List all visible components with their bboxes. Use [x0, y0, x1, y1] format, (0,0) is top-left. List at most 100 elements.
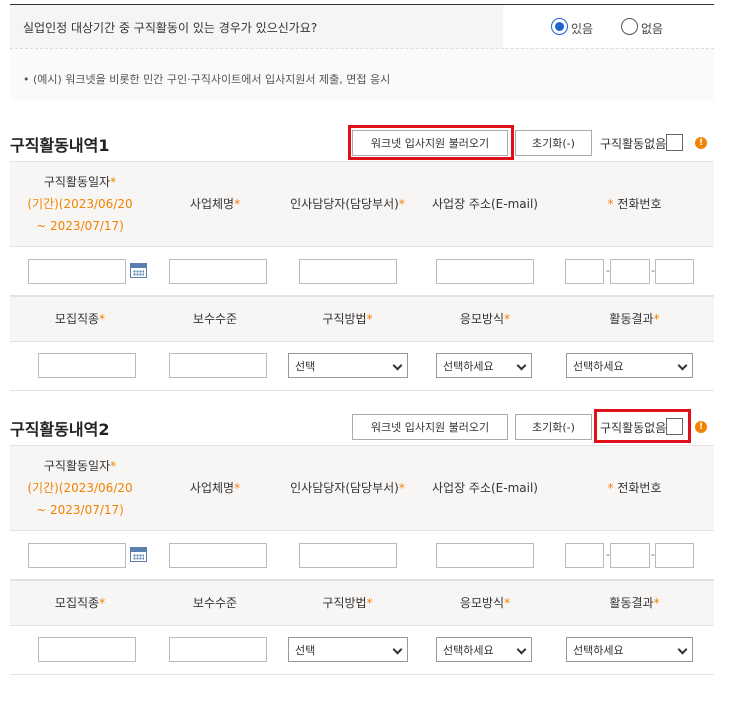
header-row-2: 모집직종 * 보수수준 구직방법 * 응모방식 * 활동결과 * [10, 296, 714, 342]
job-type-header: 모집직종 * [10, 297, 150, 341]
salary-label: 보수수준 [192, 312, 238, 326]
job-type-header: 모집직종 * [10, 581, 150, 625]
activity-section-2: 구직활동내역2 워크넷 입사지원 불러오기 초기화(-) 구직활동없음 ! 구직… [10, 404, 714, 675]
phone-header: * 전화번호 [555, 446, 714, 530]
calendar-icon[interactable] [130, 547, 147, 562]
section-title: 구직활동내역2 [10, 420, 110, 439]
required-mark: * [398, 481, 405, 495]
email-input[interactable] [436, 259, 534, 284]
date-label: 구직활동일자 [43, 175, 111, 189]
required-mark: * [653, 312, 660, 326]
result-header: 활동결과 * [555, 581, 714, 625]
company-input[interactable] [169, 543, 267, 568]
required-mark: * [99, 596, 106, 610]
radio-yes-label[interactable]: 있음 [571, 20, 593, 37]
radio-yes[interactable] [551, 18, 568, 35]
highlight-box [348, 125, 514, 160]
salary-input[interactable] [169, 353, 267, 378]
apply-type-select[interactable]: 선택하세요 [436, 637, 532, 662]
input-row-2: 선택 선택하세요 선택하세요 [10, 342, 714, 391]
radio-no[interactable] [621, 18, 638, 35]
phone-part1-input[interactable] [565, 259, 604, 284]
manager-label: 인사담당자(담당부서) [290, 197, 399, 211]
email-input[interactable] [436, 543, 534, 568]
example-note: • (예시) 워크넷을 비롯한 민간 구인·구직사이트에서 입사지원서 제출, … [10, 48, 714, 100]
email-label: 사업장 주소(E-mail) [431, 197, 538, 211]
required-mark: * [607, 197, 614, 211]
radio-no-label[interactable]: 없음 [641, 20, 663, 37]
manager-header: 인사담당자(담당부서) * [280, 446, 415, 530]
company-input[interactable] [169, 259, 267, 284]
required-mark: * [504, 596, 511, 610]
date-header: 구직활동일자* (기간)(2023/06/20 ~ 2023/07/17) [10, 162, 150, 246]
job-type-input[interactable] [38, 353, 136, 378]
date-range-start: (기간)(2023/06/20 [27, 197, 133, 211]
calendar-icon[interactable] [130, 263, 147, 278]
required-mark: * [234, 481, 241, 495]
warning-icon[interactable]: ! [695, 137, 707, 149]
method-label: 구직방법 [322, 312, 367, 326]
manager-input[interactable] [299, 543, 397, 568]
activity-section-1: 구직활동내역1 워크넷 입사지원 불러오기 초기화(-) 구직활동없음 ! 구직… [10, 120, 714, 391]
required-mark: * [653, 596, 660, 610]
result-select[interactable]: 선택하세요 [566, 353, 693, 378]
apply-type-label: 응모방식 [459, 312, 505, 326]
company-label: 사업체명 [189, 481, 235, 495]
phone-label: 전화번호 [617, 197, 662, 211]
phone-part1-input[interactable] [565, 543, 604, 568]
phone-label: 전화번호 [617, 481, 662, 495]
result-header: 활동결과 * [555, 297, 714, 341]
manager-label: 인사담당자(담당부서) [290, 481, 399, 495]
activity-date-input[interactable] [28, 259, 126, 284]
date-range-end: ~ 2023/07/17) [36, 219, 124, 233]
date-header: 구직활동일자* (기간)(2023/06/20 ~ 2023/07/17) [10, 446, 150, 530]
activity-date-input[interactable] [28, 543, 126, 568]
required-mark: * [110, 175, 117, 189]
warning-icon[interactable]: ! [695, 421, 707, 433]
method-select[interactable]: 선택 [288, 353, 408, 378]
method-label: 구직방법 [322, 596, 367, 610]
phone-part2-input[interactable] [610, 259, 650, 284]
salary-input[interactable] [169, 637, 267, 662]
job-type-input[interactable] [38, 637, 136, 662]
required-mark: * [607, 481, 614, 495]
date-label: 구직활동일자 [43, 459, 111, 473]
reset-button[interactable]: 초기화(-) [515, 414, 592, 440]
apply-type-select[interactable]: 선택하세요 [436, 353, 532, 378]
method-select[interactable]: 선택 [288, 637, 408, 662]
apply-type-label: 응모방식 [459, 596, 505, 610]
example-text: • (예시) 워크넷을 비롯한 민간 구인·구직사이트에서 입사지원서 제출, … [23, 73, 391, 86]
reset-button[interactable]: 초기화(-) [515, 130, 592, 156]
phone-part3-input[interactable] [655, 543, 694, 568]
company-header: 사업체명 * [150, 446, 280, 530]
job-type-label: 모집직종 [54, 312, 100, 326]
result-label: 활동결과 [609, 312, 654, 326]
import-worknet-button[interactable]: 워크넷 입사지원 불러오기 [352, 414, 508, 440]
header-row: 구직활동일자* (기간)(2023/06/20 ~ 2023/07/17) 사업… [10, 161, 714, 247]
result-select[interactable]: 선택하세요 [566, 637, 693, 662]
highlight-box [594, 409, 691, 443]
manager-input[interactable] [299, 259, 397, 284]
method-header: 구직방법 * [280, 581, 415, 625]
email-header: 사업장 주소(E-mail) [415, 162, 555, 246]
no-activity-checkbox[interactable] [666, 134, 683, 151]
method-header: 구직방법 * [280, 297, 415, 341]
apply-type-header: 응모방식 * [415, 581, 555, 625]
salary-header: 보수수준 [150, 581, 280, 625]
salary-label: 보수수준 [192, 596, 238, 610]
phone-part3-input[interactable] [655, 259, 694, 284]
required-mark: * [366, 596, 373, 610]
required-mark: * [234, 197, 241, 211]
salary-header: 보수수준 [150, 297, 280, 341]
activity-question-box: 실업인정 대상기간 중 구직활동이 있는 경우가 있으신가요? 있음 없음 • … [10, 4, 714, 100]
question-text: 실업인정 대상기간 중 구직활동이 있는 경우가 있으신가요? [23, 21, 318, 35]
activity-question-row: 실업인정 대상기간 중 구직활동이 있는 경우가 있으신가요? 있음 없음 [10, 5, 714, 48]
date-range-end: ~ 2023/07/17) [36, 503, 124, 517]
manager-header: 인사담당자(담당부서) * [280, 162, 415, 246]
section-title: 구직활동내역1 [10, 136, 110, 155]
required-mark: * [504, 312, 511, 326]
company-header: 사업체명 * [150, 162, 280, 246]
input-row-2: 선택 선택하세요 선택하세요 [10, 626, 714, 675]
phone-part2-input[interactable] [610, 543, 650, 568]
question-options: 있음 없음 [503, 5, 714, 48]
